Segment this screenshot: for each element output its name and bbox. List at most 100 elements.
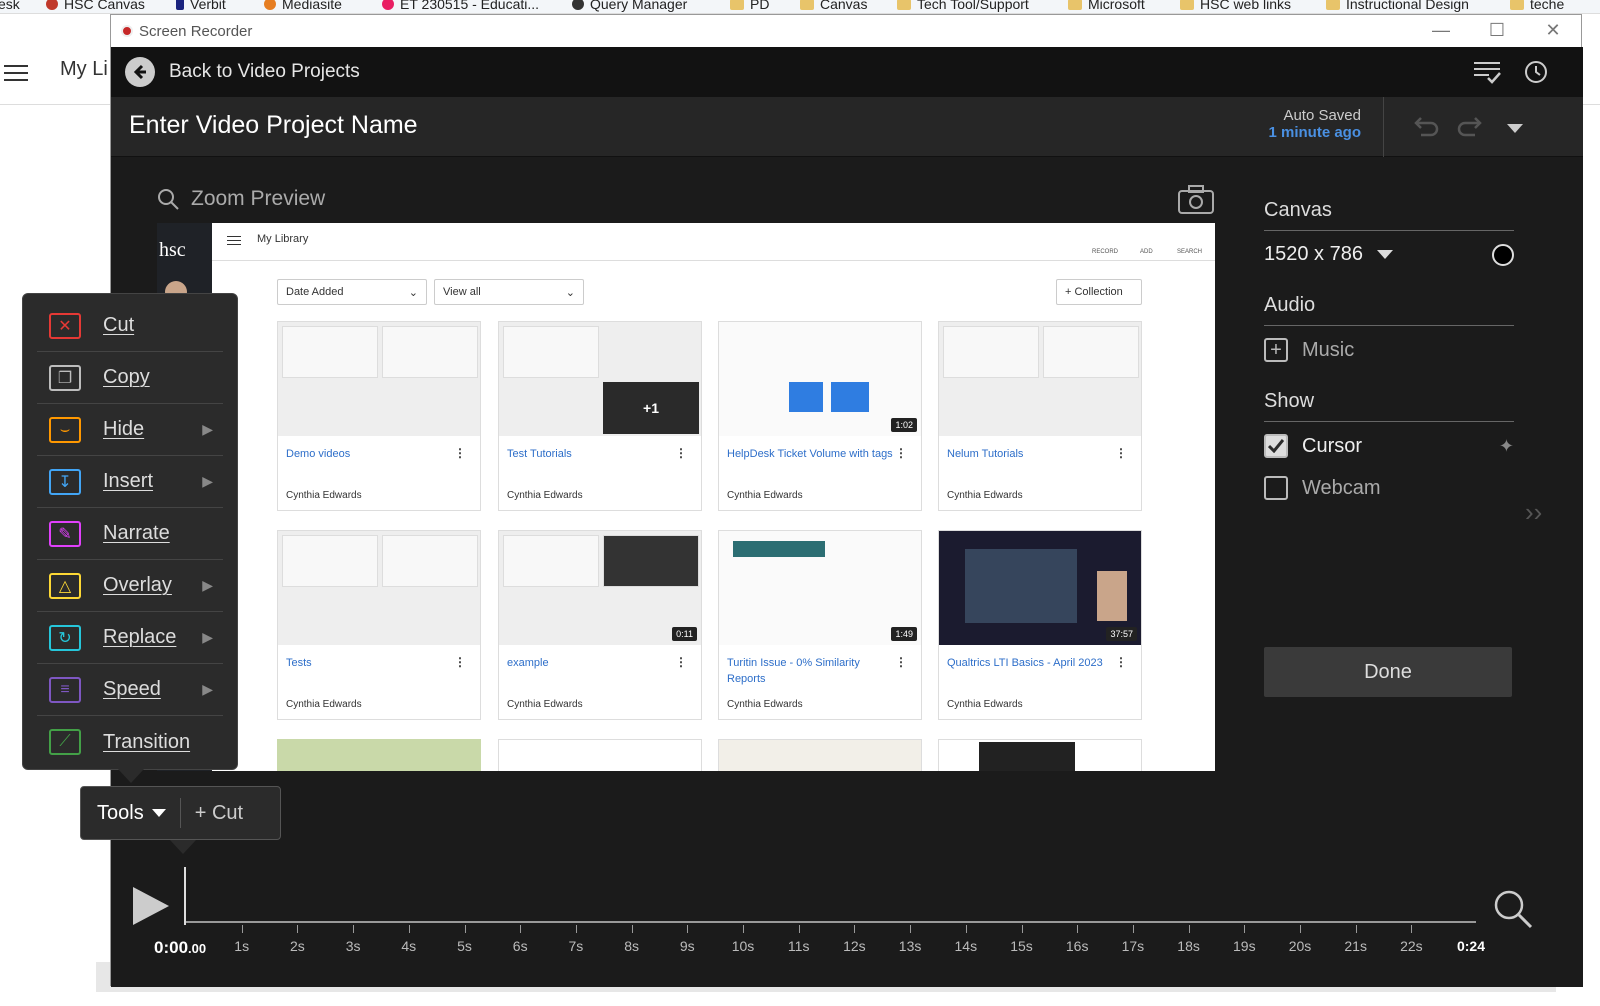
collapse-panel-chevron-icon[interactable]: ›› [1525, 497, 1542, 528]
bookmark-hsc-web-links[interactable]: HSC web links [1180, 0, 1291, 12]
menu-item-cut[interactable]: ✕ Cut [37, 300, 223, 352]
bookmark-pd[interactable]: PD [730, 0, 769, 12]
timeline-tick [1244, 925, 1246, 933]
bookmark-tech-tool[interactable]: Tech Tool/Support [897, 0, 1029, 12]
timeline-tick [1300, 925, 1301, 933]
timeline-ruler [186, 921, 1476, 923]
menu-item-replace[interactable]: ↻ Replace ▶ [37, 612, 223, 664]
playhead[interactable] [184, 867, 186, 925]
preview-logo: hsc [159, 239, 186, 261]
video-preview[interactable]: hsc My Library RECORD ADD SEARCH Date Ad… [157, 223, 1215, 771]
window-title: Screen Recorder [139, 22, 253, 40]
folder-icon [897, 0, 911, 10]
timeline[interactable]: 1s 2s 3s 4s 5s 6s 7s 8s 9s 10s 11s 12s 13s 14s 15s 16s 1… [111, 837, 1583, 987]
video-card: 37:57 Qualtrics LTI Basics - April 2023 … [938, 530, 1142, 720]
timeline-tick-label: 16s [1065, 938, 1089, 954]
bookmark-verbit[interactable]: Verbit [176, 0, 226, 12]
speed-icon: ≡ [49, 676, 81, 703]
background-color-swatch[interactable] [1492, 243, 1514, 266]
add-cut-button[interactable]: + Cut [195, 802, 243, 825]
partial-thumbnail [718, 739, 922, 771]
bookmark-mediasite[interactable]: Mediasite [264, 0, 342, 12]
checkmark-icon [1264, 434, 1288, 458]
menu-item-narrate[interactable]: ✎ Narrate [37, 508, 223, 560]
folder-icon [800, 0, 814, 10]
menu-item-transition[interactable]: ⟋ Transition [37, 716, 223, 768]
menu-item-copy[interactable]: ❐ Copy [37, 352, 223, 404]
back-arrow-icon[interactable] [125, 57, 155, 87]
project-header: Enter Video Project Name Auto Saved 1 mi… [111, 97, 1583, 157]
webcam-checkbox[interactable]: Webcam [1264, 476, 1514, 500]
chevron-down-icon [1376, 249, 1393, 259]
copy-icon: ❐ [49, 364, 81, 391]
autosave-status: Auto Saved 1 minute ago [1241, 107, 1361, 141]
video-card: 1:49 Turitin Issue - 0% Similarity Repor… [718, 530, 922, 720]
timeline-tick-label: 12s [843, 938, 866, 954]
app-bar: Back to Video Projects [111, 47, 1583, 97]
menu-item-speed[interactable]: ≡ Speed ▶ [37, 664, 223, 716]
menu-item-insert[interactable]: ↧ Insert ▶ [37, 456, 223, 508]
canvas-size-select[interactable]: 1520 x 786 [1264, 243, 1514, 266]
tools-toolbar: Tools + Cut [80, 786, 281, 840]
hide-eye-icon: ⌣ [49, 416, 81, 443]
bookmark-instructional-design[interactable]: Instructional Design [1326, 0, 1469, 12]
project-name-input[interactable]: Enter Video Project Name [129, 111, 418, 140]
play-icon[interactable] [131, 885, 171, 932]
bookmark-teche[interactable]: teche [1510, 0, 1564, 12]
back-to-projects-link[interactable]: Back to Video Projects [169, 61, 360, 83]
timeline-tick [687, 925, 689, 933]
bookmark-et[interactable]: ET 230515 - Educati... [382, 0, 539, 12]
zoom-preview-label: Zoom Preview [191, 187, 326, 210]
timeline-tick [1132, 925, 1134, 933]
zoom-search-icon[interactable] [1493, 889, 1533, 934]
queue-icon[interactable] [1473, 59, 1501, 90]
video-card: Tests ⋮ Cynthia Edwards [277, 530, 481, 720]
folder-icon [1510, 0, 1524, 10]
add-music-button[interactable]: + Music [1264, 338, 1514, 362]
timeline-tick-label: 2s [289, 938, 305, 954]
recorder-icon [121, 25, 133, 37]
plus-icon: + [1264, 338, 1288, 362]
timeline-tick [1077, 925, 1079, 933]
cursor-settings-icon[interactable]: ✦ [1499, 436, 1514, 457]
preview-record-label: RECORD [1092, 249, 1119, 255]
timeline-tick [464, 925, 466, 933]
tools-dropdown-button[interactable]: Tools [97, 802, 166, 825]
timeline-tick [910, 925, 912, 933]
timeline-tick-label: 3s [345, 938, 361, 954]
folder-icon [1326, 0, 1340, 10]
timeline-tick [1021, 925, 1023, 933]
menu-icon[interactable] [4, 60, 28, 86]
timeline-tick-label: 19s [1233, 938, 1256, 954]
minimize-button[interactable]: — [1413, 15, 1469, 45]
cursor-checkbox[interactable]: Cursor ✦ [1264, 434, 1514, 458]
partial-thumbnail [938, 739, 1142, 771]
timeline-tick [575, 925, 577, 933]
timeline-tick [241, 925, 243, 933]
undo-icon[interactable] [1411, 115, 1439, 144]
more-options-chevron-icon[interactable] [1507, 121, 1523, 139]
window-titlebar: Screen Recorder — ☐ ✕ [111, 15, 1581, 47]
history-icon[interactable] [1521, 59, 1549, 90]
bookmark-desk[interactable]: esk [0, 0, 20, 12]
bookmark-microsoft[interactable]: Microsoft [1068, 0, 1145, 12]
maximize-button[interactable]: ☐ [1469, 15, 1525, 45]
bookmark-hsc-canvas[interactable]: HSC Canvas [46, 0, 145, 12]
end-time: 0:24 [1456, 938, 1486, 954]
preview-page-title: My Library [257, 233, 309, 245]
canvas-icon [46, 0, 58, 10]
partial-thumbnail [498, 739, 702, 771]
done-button[interactable]: Done [1264, 647, 1512, 697]
menu-item-overlay[interactable]: △ Overlay ▶ [37, 560, 223, 612]
menu-item-hide[interactable]: ⌣ Hide ▶ [37, 404, 223, 456]
timeline-tick-label: 22s [1400, 938, 1423, 954]
search-icon [158, 189, 179, 210]
preview-search-label: SEARCH [1177, 249, 1203, 255]
redo-icon[interactable] [1457, 115, 1485, 144]
chevron-down-icon [151, 809, 166, 817]
insert-icon: ↧ [49, 468, 81, 495]
close-button[interactable]: ✕ [1525, 15, 1581, 45]
bookmark-canvas[interactable]: Canvas [800, 0, 867, 12]
camera-icon[interactable] [1177, 185, 1215, 220]
bookmark-query-manager[interactable]: Query Manager [572, 0, 687, 12]
